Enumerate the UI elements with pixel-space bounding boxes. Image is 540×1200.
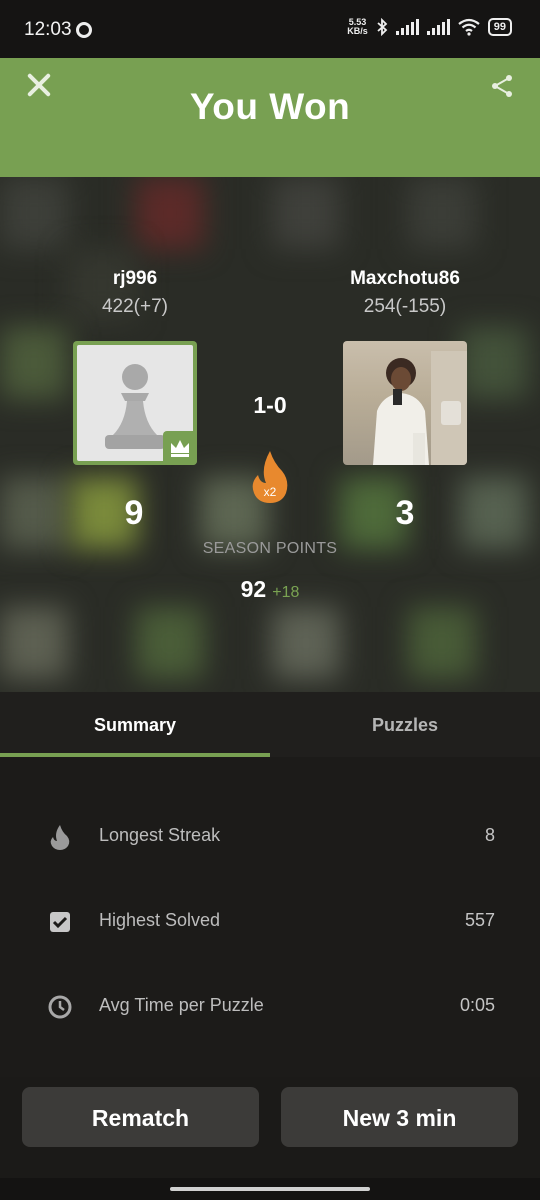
season-points-label: SEASON POINTS xyxy=(202,540,338,557)
tab-bar: Summary Puzzles xyxy=(0,692,540,757)
stat-row-avg-time: Avg Time per Puzzle 0:05 xyxy=(0,964,540,1049)
season-points: 92 +18 xyxy=(0,576,540,603)
season-points-delta: +18 xyxy=(272,584,300,601)
status-bar: 12:03 5.53 KB/s 99 xyxy=(0,0,540,58)
status-ring-icon xyxy=(76,22,92,38)
player1-name[interactable]: rj996 xyxy=(35,268,235,290)
player2-rating: 254(-155) xyxy=(363,296,447,317)
crown-icon xyxy=(163,431,197,465)
signal-icon-2 xyxy=(426,19,450,35)
page-title: You Won xyxy=(189,86,351,127)
tab-summary[interactable]: Summary xyxy=(0,692,270,757)
stat-label: Highest Solved xyxy=(99,910,221,930)
wifi-icon xyxy=(458,18,480,36)
match-score: 1-0 xyxy=(253,392,287,418)
battery-icon: 99 xyxy=(487,18,512,36)
multiplier-text: x2 xyxy=(264,485,277,499)
result-header: You Won xyxy=(0,58,540,177)
player2-points: 3 xyxy=(395,494,415,532)
stat-label: Longest Streak xyxy=(99,825,221,845)
stat-value: 557 xyxy=(464,910,495,930)
new-game-button[interactable]: New 3 min xyxy=(281,1087,518,1147)
season-points-value: 92 xyxy=(240,576,267,602)
stat-row-longest-streak: Longest Streak 8 xyxy=(0,794,540,879)
flame-icon xyxy=(50,825,70,850)
bluetooth-icon xyxy=(377,18,388,36)
system-nav-bar xyxy=(0,1178,540,1200)
stat-row-highest-solved: Highest Solved 557 xyxy=(0,879,540,964)
stat-value: 0:05 xyxy=(459,995,495,1015)
signal-icon xyxy=(395,19,419,35)
streak-multiplier-flame-icon: x2 xyxy=(252,451,288,503)
summary-stats: Longest Streak 8 Highest Solved 557 Avg … xyxy=(0,757,540,1077)
checkbox-icon xyxy=(50,912,70,932)
rematch-button[interactable]: Rematch xyxy=(22,1087,259,1147)
player1-points: 9 xyxy=(124,494,144,532)
player1-rating: 422(+7) xyxy=(101,296,169,317)
clock-icon xyxy=(48,995,72,1019)
network-speed-unit: KB/s xyxy=(347,26,368,36)
tab-puzzles[interactable]: Puzzles xyxy=(270,692,540,757)
stat-label: Avg Time per Puzzle xyxy=(99,995,264,1015)
network-speed: 5.53 KB/s xyxy=(347,18,368,36)
home-gesture-bar[interactable] xyxy=(170,1187,370,1191)
share-icon[interactable] xyxy=(490,74,514,98)
status-time: 12:03 xyxy=(24,19,72,40)
stat-value: 8 xyxy=(484,825,495,845)
player2-name[interactable]: Maxchotu86 xyxy=(305,268,505,290)
status-icons: 5.53 KB/s 99 xyxy=(347,18,512,36)
